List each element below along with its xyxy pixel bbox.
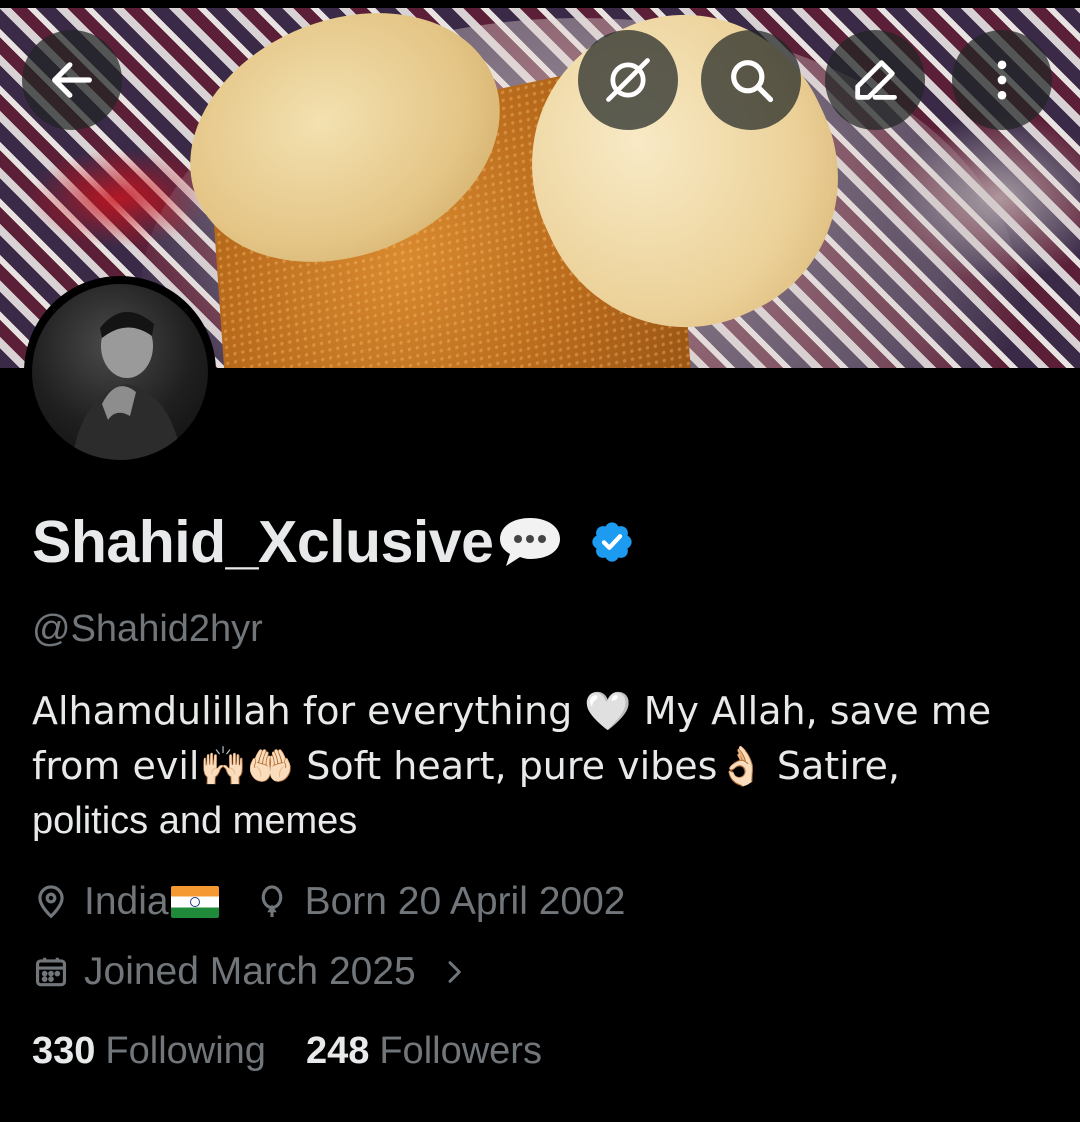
followers-link[interactable]: 248 Followers [306,1030,542,1073]
status-bar-area [0,0,1080,8]
avatar-portrait [72,311,182,460]
following-label: Following [105,1030,266,1072]
search-button[interactable] [701,30,801,130]
india-flag-icon [170,886,219,918]
more-button[interactable] [952,30,1052,130]
balloon-icon [261,885,282,918]
back-button[interactable] [22,30,122,130]
followers-count: 248 [305,1030,370,1072]
search-icon [731,60,774,103]
profile-handle: @Shahid2hyr [32,608,263,650]
calendar-icon [35,957,67,987]
display-name-text: Shahid_Xclusive [32,509,494,575]
spaces-button[interactable] [578,30,678,130]
profile-display-name: Shahid_Xclusive [32,508,635,576]
profile-stats: 330 Following 248 Followers [32,1030,542,1073]
profile-location: India [84,880,169,923]
profile-bio: Alhamdulillah for everything 🤍 My Allah,… [32,684,1032,848]
bio-line-2: from evil🙌🏻🤲🏻 Soft heart, pure vibes👌🏻 S… [32,744,900,788]
following-count: 330 [32,1030,96,1072]
more-icon [997,60,1007,100]
followers-label: Followers [379,1030,542,1072]
bio-line-1: Alhamdulillah for everything 🤍 My Allah,… [32,689,992,733]
chevron-right-icon [448,961,461,983]
profile-birthday: Born 20 April 2002 [304,880,626,923]
speech-bubble-icon [497,514,563,570]
edit-button[interactable] [825,30,925,130]
edit-icon [855,60,897,100]
avatar-photo [32,284,208,460]
location-pin-icon [38,885,64,919]
profile-joined-date: Joined March 2025 [84,950,416,993]
verified-badge-icon[interactable] [589,519,635,565]
following-link[interactable]: 330 Following [32,1030,266,1073]
profile-meta-row-1: India Born 20 April 2002 [32,880,625,924]
spaces-icon [606,58,650,102]
profile-joined-row[interactable]: Joined March 2025 [32,950,470,994]
bio-line-3: politics and memes [32,800,358,842]
arrow-left-icon [52,62,92,98]
avatar[interactable] [24,276,216,468]
